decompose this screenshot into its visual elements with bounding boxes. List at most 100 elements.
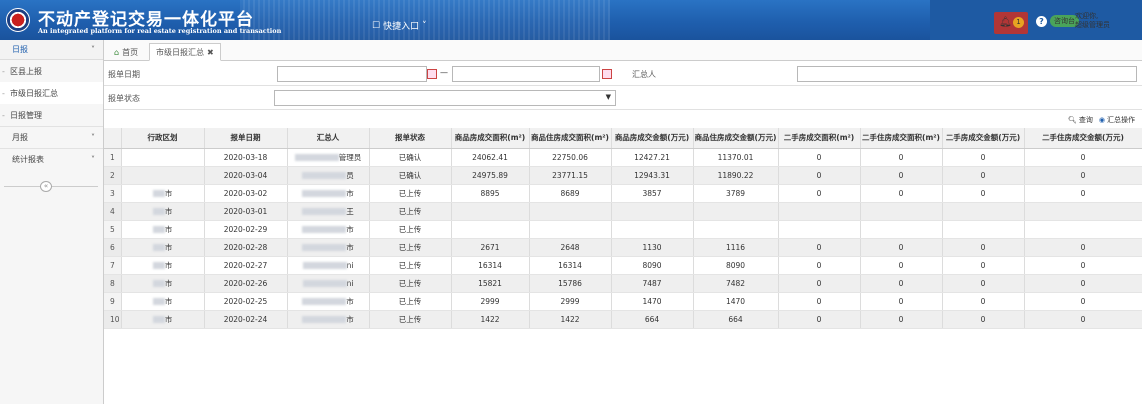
column-header[interactable]: 二手房成交金额(万元): [942, 128, 1025, 149]
collector-input[interactable]: [797, 66, 1137, 82]
column-header[interactable]: 二手房成交面积(m²): [778, 128, 861, 149]
cell-text: 市: [164, 188, 173, 198]
table-cell-c5: 0: [778, 148, 861, 167]
column-header[interactable]: 二手住房成交金额(万元): [1024, 128, 1142, 149]
sidebar-item-daily-management[interactable]: - 日报管理: [0, 104, 103, 126]
table-cell-c7: 0: [942, 184, 1025, 203]
table-cell-c7: [942, 220, 1025, 239]
user-welcome[interactable]: 欢迎你, 超级管理员: [1075, 12, 1110, 30]
collapse-sidebar-button[interactable]: «: [40, 181, 52, 192]
column-header[interactable]: 报单状态: [369, 128, 452, 149]
redacted-text: [152, 226, 165, 233]
chevron-down-icon: ˅: [91, 155, 95, 164]
table-row[interactable]: 1 2020-03-18 管理员 已确认 24062.41 22750.06 12427.2…: [104, 148, 1142, 167]
notification-badge: 1: [1013, 17, 1024, 28]
row-number-header: [104, 128, 122, 149]
table-cell-c8: 0: [1024, 238, 1142, 257]
sidebar-group-monthly[interactable]: 月报 ˅: [0, 126, 103, 148]
quick-entry-menu[interactable]: ☐ 快捷入口 ˅: [372, 19, 427, 33]
table-row[interactable]: 2 2020-03-04 员 已确认 24975.89 23771.15 12943.31 1…: [104, 166, 1142, 185]
sidebar-item-city-summary[interactable]: - 市级日报汇总: [0, 82, 103, 104]
start-date-input[interactable]: [277, 66, 427, 82]
table-cell-c6: 0: [860, 148, 943, 167]
status-select[interactable]: ▼: [274, 90, 616, 106]
table-row[interactable]: 9 市 2020-02-25 市已上传 2999 2999 1470 1470 0 0 0 0: [104, 292, 1142, 311]
column-header[interactable]: 商品房成交面积(m²): [451, 128, 530, 149]
table-cell-status: 已上传: [369, 292, 452, 311]
column-header[interactable]: 行政区划: [121, 128, 205, 149]
table-cell-person: 市: [287, 184, 370, 203]
table-cell-c6: 0: [860, 256, 943, 275]
cell-text: 市: [346, 188, 354, 198]
table-cell-person: ni: [287, 274, 370, 293]
table-cell-c7: 0: [942, 148, 1025, 167]
table-row[interactable]: 4 市 2020-03-01 王 已上传: [104, 202, 1142, 221]
table-cell-region: 市: [121, 274, 205, 293]
column-header[interactable]: 商品住房成交面积(m²): [529, 128, 612, 149]
date-separator: —: [440, 68, 448, 77]
redacted-text: [302, 262, 347, 269]
table-cell-region: 市: [121, 220, 205, 239]
table-cell-status: 已上传: [369, 256, 452, 275]
column-header[interactable]: 汇总人: [287, 128, 370, 149]
table-cell-c5: 0: [778, 184, 861, 203]
table-row[interactable]: 5 市 2020-02-29 市 已上传: [104, 220, 1142, 239]
cell-text: 市: [346, 314, 354, 324]
table-cell-c1: 2671: [451, 238, 530, 257]
form-row-status: 报单状态 ▼: [104, 86, 1142, 110]
row-number: 6: [104, 238, 122, 257]
table-cell-c1: 24975.89: [451, 166, 530, 185]
summary-button[interactable]: ◉ 汇总操作: [1099, 115, 1135, 125]
welcome-greeting: 欢迎你,: [1075, 12, 1099, 20]
table-cell-c1: [451, 202, 530, 221]
sidebar-group-statistics[interactable]: 统计报表 ˅: [0, 148, 103, 170]
table-cell-status: 已确认: [369, 148, 452, 167]
redacted-text: [302, 280, 347, 287]
table-cell-c3: [611, 220, 694, 239]
notification-button[interactable]: 🔔︎ 1: [994, 12, 1028, 34]
calendar-icon[interactable]: [427, 69, 437, 79]
table-cell-c7: 0: [942, 310, 1025, 329]
query-button[interactable]: 🔍︎ 查询: [1068, 115, 1093, 125]
redacted-text: [152, 298, 165, 305]
table-cell-c2: 1422: [529, 310, 612, 329]
table-cell-c3: 664: [611, 310, 694, 329]
sidebar-item-label: 区县上报: [10, 66, 42, 76]
sidebar-item-label: 日报管理: [10, 110, 42, 120]
redacted-text: [152, 208, 165, 215]
end-date-input[interactable]: [452, 66, 600, 82]
table-cell-c4: 11890.22: [693, 166, 779, 185]
table-row[interactable]: 7 市 2020-02-27 ni 已上传 16314 16314 8090 8090 0 0 0 0: [104, 256, 1142, 275]
table-row[interactable]: 10 市 2020-02-24 市已上传 1422 1422 664 664 0 0 0 0: [104, 310, 1142, 329]
bell-icon: 🔔︎: [999, 17, 1012, 28]
row-number: 10: [104, 310, 122, 329]
column-header[interactable]: 报单日期: [204, 128, 288, 149]
table-cell-c3: 8090: [611, 256, 694, 275]
tab-city-summary[interactable]: 市级日报汇总 ✖: [149, 43, 221, 61]
sidebar-group-label: 月报: [12, 133, 28, 142]
column-header[interactable]: 二手住房成交面积(m²): [860, 128, 943, 149]
cell-text: 王: [346, 206, 354, 216]
sidebar-section-daily[interactable]: 日报 ˅: [0, 40, 103, 60]
close-icon[interactable]: ✖: [207, 48, 214, 57]
cell-text: 管理员: [338, 152, 362, 162]
table-cell-person: 王: [287, 202, 370, 221]
table-cell-c4: [693, 220, 779, 239]
table-cell-c2: 2999: [529, 292, 612, 311]
table-row[interactable]: 6 市 2020-02-28 市已上传 2671 2648 1130 1116 0 0 0 0: [104, 238, 1142, 257]
redacted-text: [152, 262, 165, 269]
table-cell-person: 市: [287, 292, 370, 311]
table-row[interactable]: 8 市 2020-02-26 ni 已上传 15821 15786 7487 7482 0 0 0 0: [104, 274, 1142, 293]
table-cell-date: 2020-02-24: [204, 310, 288, 329]
table-cell-person: 市: [287, 238, 370, 257]
app-header: 不动产登记交易一体化平台 An integrated platform for …: [0, 0, 1142, 40]
table-cell-date: 2020-03-04: [204, 166, 288, 185]
column-header[interactable]: 商品房成交金额(万元): [611, 128, 694, 149]
sidebar-item-county-report[interactable]: - 区县上报: [0, 60, 103, 82]
table-row[interactable]: 3 市 2020-03-02 市已上传 8895 8689 3857 3789 0 0 0 0: [104, 184, 1142, 203]
calendar-icon[interactable]: [602, 69, 612, 79]
tab-home[interactable]: ⌂ 首页: [108, 43, 144, 61]
table-cell-person: 管理员: [287, 148, 370, 167]
column-header[interactable]: 商品住房成交金额(万元): [693, 128, 779, 149]
help-icon[interactable]: ?: [1036, 16, 1047, 27]
